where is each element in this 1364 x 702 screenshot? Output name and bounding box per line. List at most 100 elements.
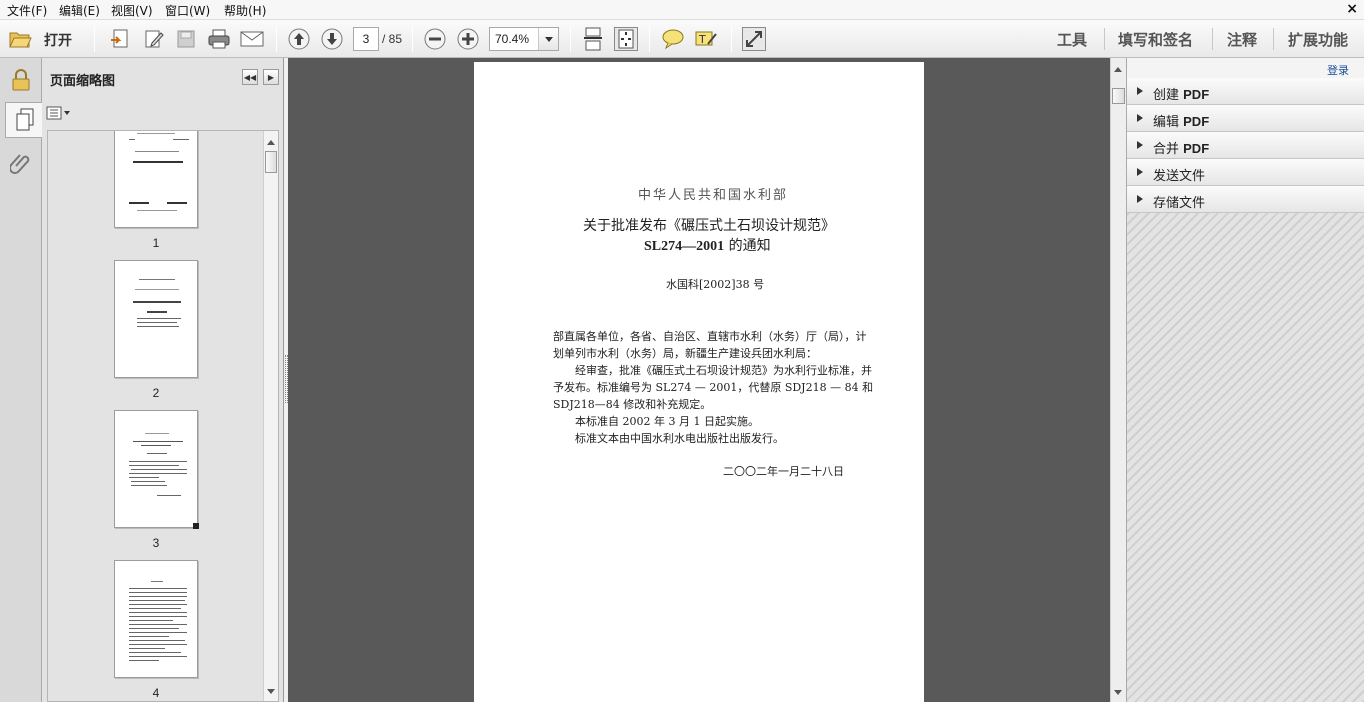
full-screen-icon[interactable]	[742, 27, 766, 51]
document-date: 二〇〇二年一月二十八日	[723, 465, 844, 478]
page-thumbnail-4[interactable]	[114, 560, 198, 678]
thumbnails-panel: 页面缩略图 ◀◀ ▶ 1 2 3 4	[42, 58, 284, 702]
combine-pdf-item[interactable]: 合并 PDF	[1127, 132, 1364, 159]
body-paragraph-line: 予发布。标准编号为 SL274 — 2001，代替原 SDJ218 — 84 和	[553, 381, 874, 394]
store-files-item[interactable]: 存储文件	[1127, 186, 1364, 213]
open-button-label[interactable]: 打开	[44, 30, 72, 50]
scroll-down-icon[interactable]	[267, 689, 275, 698]
menu-edit[interactable]: 编辑(E)	[59, 2, 100, 19]
tool-item-label: 创建 PDF	[1153, 84, 1209, 103]
zoom-out-icon[interactable]	[423, 27, 447, 51]
thumbnail-page-number: 1	[152, 236, 160, 250]
zoom-in-icon[interactable]	[456, 27, 480, 51]
tool-item-text: 创建	[1153, 88, 1184, 103]
scrolling-mode-icon[interactable]	[581, 27, 605, 51]
pdf-page: 中华人民共和国水利部 关于批准发布《碾压式土石坝设计规范》 SL274—2001…	[474, 62, 924, 702]
body-paragraph-line: 本标准自 2002 年 3 月 1 日起实施。	[575, 415, 759, 428]
tools-panel: 登录 创建 PDF 编辑 PDF 合并 PDF 发送文件 存储文件	[1126, 58, 1364, 702]
thumbnail-list: 1 2 3 4	[47, 130, 279, 702]
thumbnail-page-number: 4	[152, 686, 160, 700]
create-pdf-item[interactable]: 创建 PDF	[1127, 78, 1364, 105]
toolbar: 打开 3 / 85 70.4% T 工具 填写和签名 注释 扩展功能	[0, 20, 1364, 58]
highlight-text-icon[interactable]: T	[694, 27, 718, 51]
thumbnail-scrollbar[interactable]	[263, 131, 278, 701]
body-paragraph-line: 划单列市水利（水务）局，新疆生产建设兵团水利局：	[553, 347, 817, 360]
scroll-up-icon[interactable]	[1114, 63, 1122, 72]
login-link[interactable]: 登录	[1327, 62, 1349, 78]
tool-item-label: 发送文件	[1153, 169, 1206, 184]
expand-triangle-icon	[1137, 195, 1147, 203]
scrollbar-thumb[interactable]	[1112, 88, 1125, 104]
open-folder-icon[interactable]	[8, 27, 32, 51]
login-bar: 登录	[1127, 58, 1364, 78]
page-thumbnail-2[interactable]	[114, 260, 198, 378]
thumbnail-page-number: 3	[152, 536, 160, 550]
ministry-heading: 中华人民共和国水利部	[638, 188, 789, 203]
menu-bar: 文件(F) 编辑(E) 视图(V) 窗口(W) 帮助(H) ×	[0, 0, 1364, 20]
tool-item-pdf: PDF	[1183, 141, 1210, 156]
previous-page-icon[interactable]	[287, 27, 311, 51]
attachment-icon[interactable]	[4, 146, 38, 182]
menu-window[interactable]: 窗口(W)	[165, 2, 210, 19]
panel-arrow-icon[interactable]: ▶	[263, 69, 279, 85]
page-thumbnail-3[interactable]	[114, 410, 199, 529]
body-paragraph-line: SDJ218—84 修改和补充规定。	[553, 398, 712, 411]
fit-page-icon[interactable]	[614, 27, 638, 51]
close-document-button[interactable]: ×	[1346, 1, 1358, 17]
notice-title-line2: SL274—2001 的通知	[644, 235, 771, 255]
extended-pane-link[interactable]: 扩展功能	[1288, 29, 1348, 50]
body-paragraph-line: 部直属各单位，各省、自治区、直辖市水利（水务）厅（局），计	[553, 330, 867, 343]
edit-document-icon[interactable]	[142, 27, 166, 51]
navigation-rail	[0, 58, 43, 702]
scrollbar-thumb[interactable]	[265, 151, 277, 173]
body-paragraph-line: 经审查，批准《碾压式土石坝设计规范》为水利行业标准，并	[575, 364, 872, 377]
expand-triangle-icon	[1137, 168, 1147, 176]
zoom-select[interactable]: 70.4%	[489, 27, 559, 51]
menu-file[interactable]: 文件(F)	[7, 2, 47, 19]
tool-item-pdf: PDF	[1183, 114, 1210, 129]
expand-triangle-icon	[1137, 114, 1147, 122]
page-thumbnails-icon[interactable]	[5, 102, 43, 138]
tools-pane-link[interactable]: 工具	[1057, 29, 1087, 50]
standard-code: SL274—2001	[644, 239, 725, 254]
document-view: 中华人民共和国水利部 关于批准发布《碾压式土石坝设计规范》 SL274—2001…	[288, 58, 1110, 702]
thumbnail-page-number: 2	[152, 386, 160, 400]
tool-item-label: 编辑 PDF	[1153, 111, 1209, 130]
email-icon[interactable]	[240, 27, 264, 51]
menu-view[interactable]: 视图(V)	[111, 2, 153, 19]
thumbnail-options-icon[interactable]	[46, 105, 72, 121]
send-files-item[interactable]: 发送文件	[1127, 159, 1364, 186]
lock-icon[interactable]	[4, 62, 38, 98]
save-icon[interactable]	[174, 27, 198, 51]
svg-text:T: T	[698, 33, 706, 46]
notice-title-suffix: 的通知	[724, 238, 771, 254]
page-number-input[interactable]: 3	[353, 27, 379, 51]
notice-title-line1: 关于批准发布《碾压式土石坝设计规范》	[583, 218, 835, 234]
scroll-up-icon[interactable]	[267, 136, 275, 145]
panel-title: 页面缩略图	[50, 74, 116, 89]
page-total: / 85	[382, 32, 403, 46]
scroll-down-icon[interactable]	[1114, 690, 1122, 699]
chevron-down-icon[interactable]	[538, 28, 558, 50]
collapse-panel-icon[interactable]: ◀◀	[242, 69, 258, 85]
next-page-icon[interactable]	[320, 27, 344, 51]
tool-item-label: 存储文件	[1153, 196, 1206, 211]
zoom-value: 70.4%	[495, 32, 530, 46]
fill-and-sign-pane-link[interactable]: 填写和签名	[1118, 29, 1193, 50]
edit-pdf-item[interactable]: 编辑 PDF	[1127, 105, 1364, 132]
tool-item-pdf: PDF	[1183, 87, 1210, 102]
tool-item-text: 合并	[1153, 142, 1184, 157]
print-icon[interactable]	[207, 27, 231, 51]
tool-item-text: 编辑	[1153, 115, 1184, 130]
page-thumbnail-1[interactable]	[114, 131, 198, 228]
menu-help[interactable]: 帮助(H)	[224, 2, 266, 19]
document-scrollbar[interactable]	[1110, 58, 1126, 702]
comment-icon[interactable]	[661, 27, 685, 51]
body-paragraph-line: 标准文本由中国水利水电出版社出版发行。	[575, 432, 784, 445]
create-pdf-icon[interactable]	[108, 27, 132, 51]
comment-pane-link[interactable]: 注释	[1227, 29, 1257, 50]
expand-triangle-icon	[1137, 87, 1147, 95]
expand-triangle-icon	[1137, 141, 1147, 149]
document-number: 水国科[2002]38 号	[666, 278, 765, 291]
tool-item-label: 合并 PDF	[1153, 138, 1209, 157]
